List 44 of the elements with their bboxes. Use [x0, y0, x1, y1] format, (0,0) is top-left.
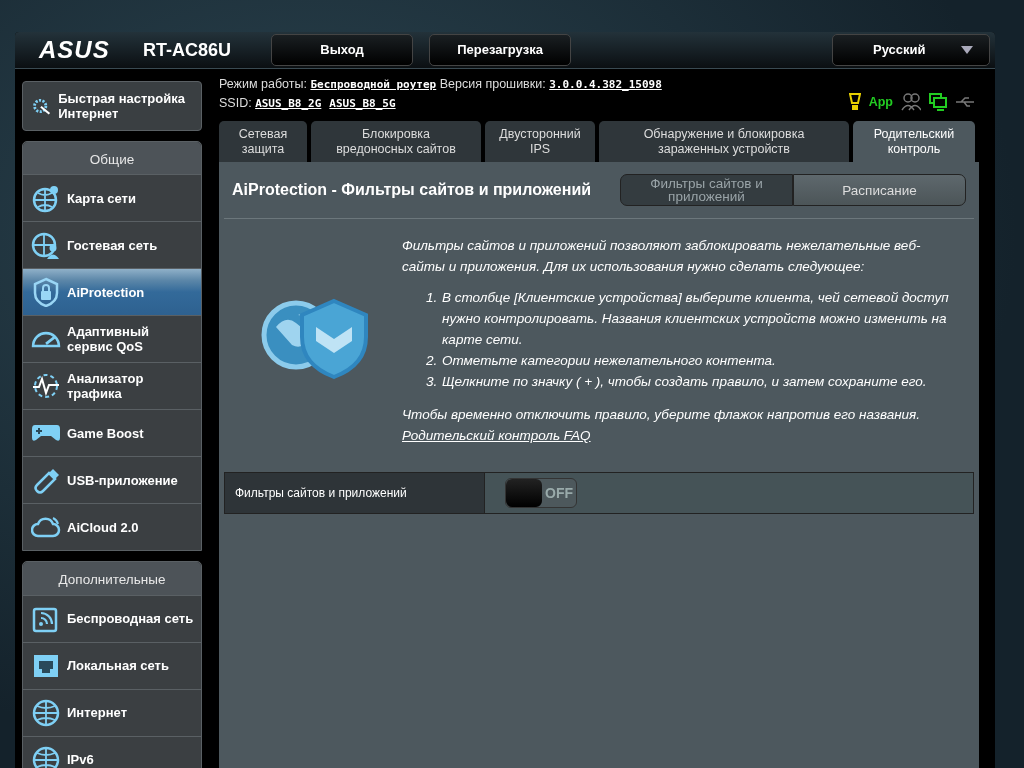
instruction-step: Отметьте категории нежелательного контента. — [442, 350, 776, 371]
step-number: 2. — [426, 352, 439, 370]
sidebar-item[interactable]: IPv6 — [23, 735, 201, 768]
app-link[interactable]: App — [868, 93, 893, 111]
header-button[interactable]: Перезагрузка — [429, 34, 571, 66]
tab[interactable]: Сетевая защита — [219, 121, 307, 162]
header-button[interactable]: Выход — [271, 34, 413, 66]
tab[interactable]: Блокировка вредоносных сайтов — [311, 121, 481, 162]
usb-icon — [955, 96, 975, 108]
setting-label: Фильтры сайтов и приложений — [225, 473, 485, 513]
gauge-icon — [31, 330, 61, 348]
ssid-info: SSID: ASUS_B8_2G ASUS_B8_5G — [219, 95, 397, 112]
lightbulb-icon — [848, 93, 861, 111]
gamepad-icon — [31, 424, 61, 443]
note-text: Чтобы временно отключить правило, уберите флажок напротив его названия. — [402, 406, 922, 424]
page-title: AiProtection - Фильтры сайтов и приложений — [232, 180, 592, 200]
globe-icon — [31, 744, 61, 768]
logo-text: ASUS — [39, 35, 111, 65]
quick-setup-label: Быстрая настройка Интернет — [58, 91, 186, 121]
sidebar-item[interactable]: AiProtection — [23, 268, 201, 316]
sidebar-group-heading: Дополнительные — [23, 562, 201, 595]
model-name: RT-AC86U — [143, 38, 231, 62]
sub-tab[interactable]: Расписание — [793, 174, 966, 206]
language-dropdown[interactable]: Русский — [832, 34, 990, 66]
quick-setup-button[interactable]: Быстрая настройка Интернет — [22, 81, 202, 131]
step-number: 1. — [426, 289, 439, 307]
globe-icon — [31, 697, 61, 728]
intro-text: Фильтры сайтов и приложений позволяют заблокировать нежелательные веб-сайты и приложения. Для их использования нужно сделать следующее: — [402, 237, 922, 276]
instruction-step: В столбце [Клиентские устройства] выберите клиента, чей сетевой доступ нужно контролировать. Названия клиентских устройств можно изменить на карте сети. — [442, 287, 950, 350]
globe-pin-icon — [31, 183, 61, 214]
operation-mode-info: Режим работы: Беспроводной роутер Версия прошивки: 3.0.0.4.382_15098 — [219, 76, 662, 93]
instruction-step: Щелкните по значку ( + ), чтобы создать правило, и затем сохраните его. — [442, 371, 927, 392]
tab[interactable]: Обнаружение и блокировка зараженных устройств — [599, 121, 849, 162]
devices-icon — [929, 93, 947, 111]
sidebar-group-heading: Общие — [23, 142, 201, 175]
faq-link[interactable]: Родительский контроль FAQ — [402, 428, 591, 443]
sub-tab[interactable]: Фильтры сайтов и приложений — [620, 174, 793, 206]
globe-people-icon — [31, 230, 61, 261]
tab[interactable]: Родительский контроль — [853, 121, 975, 162]
step-number: 3. — [426, 373, 439, 391]
caret-icon — [961, 46, 973, 54]
tab[interactable]: Двусторонний IPS — [485, 121, 595, 162]
shield-lock-icon — [31, 277, 61, 308]
users-icon — [901, 93, 921, 111]
